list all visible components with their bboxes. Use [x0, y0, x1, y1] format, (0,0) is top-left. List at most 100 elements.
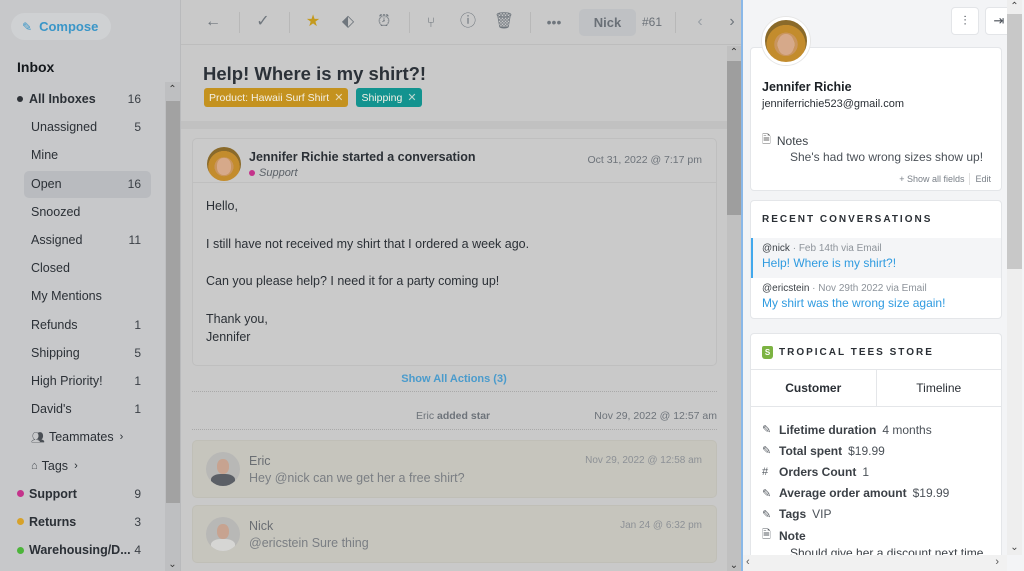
star-icon[interactable]: ★ — [302, 11, 324, 33]
scroll-up-icon[interactable]: ⌃ — [165, 84, 180, 95]
scrollbar-thumb[interactable] — [1007, 14, 1022, 269]
sidebar-item-all-inboxes[interactable]: All Inboxes 16 — [0, 85, 165, 113]
conversation-title: Help! Where is my shirt?! — [203, 63, 427, 84]
sidebar-item-my-mentions[interactable]: My Mentions — [0, 282, 165, 310]
field-orders-count: # Orders Count 1 — [762, 464, 870, 479]
back-arrow-icon[interactable]: ← — [202, 11, 224, 33]
message-timestamp: Oct 31, 2022 @ 7:17 pm — [587, 154, 702, 166]
conversation-panel: ← ✓ ★ ⬖ ⏰︎ ⑂ ⓘ 🗑︎ ••• Nick #61 ‹ › Help!… — [181, 0, 741, 571]
sidebar-item-mine[interactable]: Mine — [0, 141, 165, 169]
sliders-icon: ⫶ — [963, 13, 967, 28]
sign-in-icon: ⇥ — [993, 13, 1005, 28]
sidebar-item-open[interactable]: Open 16 — [0, 170, 165, 198]
message-header: Jennifer Richie started a conversation S… — [193, 139, 716, 183]
show-all-actions-link[interactable]: Show All Actions (3) — [181, 373, 727, 385]
more-icon[interactable]: ••• — [543, 11, 565, 33]
sidebar-item-davids[interactable]: David's 1 — [0, 395, 165, 423]
sidebar-item-shipping[interactable]: Shipping 5 — [0, 339, 165, 367]
tag-chip[interactable]: Product: Hawaii Surf Shirt ✕ — [204, 88, 349, 107]
recent-conversation-item[interactable]: @nick · Feb 14th via Email Help! Where i… — [751, 238, 1001, 278]
compose-label: Compose — [39, 19, 99, 34]
horizontal-scrollbar[interactable]: ‹ › — [743, 555, 1007, 571]
scroll-down-icon[interactable]: ⌄ — [165, 559, 180, 570]
bullet-icon — [17, 96, 23, 103]
note-timestamp: Nov 29, 2022 @ 12:58 am — [585, 455, 702, 466]
customer-avatar — [762, 17, 810, 65]
customer-note[interactable]: She's had two wrong sizes show up! — [790, 150, 983, 164]
scrollbar-thumb[interactable] — [166, 101, 180, 503]
sidebar-item-high-priority[interactable]: High Priority! 1 — [0, 367, 165, 395]
inbox-heading: Inbox — [17, 59, 55, 75]
scrollbar-thumb[interactable] — [727, 61, 741, 215]
inbox-color-dot — [249, 170, 255, 176]
remove-tag-icon[interactable]: ✕ — [407, 91, 416, 104]
tag-chip[interactable]: Shipping ✕ — [356, 88, 422, 107]
toolbar-divider — [239, 12, 240, 33]
note-timestamp: Jan 24 @ 6:32 pm — [620, 520, 702, 531]
sidebar-item-assigned[interactable]: Assigned 11 — [0, 226, 165, 254]
toolbar-divider — [675, 12, 676, 33]
remove-tag-icon[interactable]: ✕ — [334, 91, 343, 104]
sidebar-item-closed[interactable]: Closed — [0, 254, 165, 282]
internal-note: Eric Hey @nick can we get her a free shi… — [192, 440, 717, 498]
tag-icon: ⌂ — [31, 459, 38, 472]
sidebar-item-refunds[interactable]: Refunds 1 — [0, 311, 165, 339]
avatar — [207, 147, 241, 181]
message-author: Jennifer Richie started a conversation — [249, 150, 476, 164]
sidebar-item-returns[interactable]: Returns 3 — [0, 508, 165, 536]
tag-icon[interactable]: ⬖ — [337, 11, 359, 33]
check-icon[interactable]: ✓ — [252, 11, 274, 33]
dotted-divider — [192, 429, 717, 430]
chevron-left-icon[interactable]: ‹ — [689, 11, 711, 33]
sidebar-item-warehousing[interactable]: Warehousing/D... 4 — [0, 536, 165, 564]
field-average-order: ✎ Average order amount $19.99 — [762, 486, 950, 501]
compose-button[interactable]: ✎ Compose — [11, 13, 111, 40]
note-text: @ericstein Sure thing — [249, 536, 369, 550]
store-tabs: Customer Timeline — [751, 369, 1001, 407]
avatar — [206, 517, 240, 551]
pencil-icon: ✎ — [762, 508, 772, 521]
recent-conversations-card: RECENT CONVERSATIONS @nick · Feb 14th vi… — [750, 200, 1002, 319]
tab-customer[interactable]: Customer — [751, 370, 877, 406]
sidebar-scrollbar[interactable]: ⌃ ⌄ — [165, 82, 180, 571]
field-total-spent: ✎ Total spent $19.99 — [762, 443, 885, 458]
chevron-right-icon[interactable]: › — [721, 11, 743, 33]
recent-conversation-item[interactable]: @ericstein · Nov 29th 2022 via Email My … — [751, 278, 1001, 318]
sidebar-item-teammates[interactable]: 👥︎ Teammates › — [0, 423, 165, 451]
edit-link[interactable]: Edit — [975, 174, 991, 185]
sidebar-item-unassigned[interactable]: Unassigned 5 — [0, 113, 165, 141]
note-author: Eric — [249, 454, 271, 468]
store-title: S TROPICAL TEES STORE — [762, 346, 934, 359]
scroll-down-icon[interactable]: ⌄ — [1007, 542, 1022, 553]
store-fields: ✎ Lifetime duration 4 months ✎ Total spe… — [762, 419, 949, 546]
inbox-color-dot — [17, 490, 24, 498]
sidebar-item-snoozed[interactable]: Snoozed — [0, 198, 165, 226]
thread-scrollbar[interactable]: ⌃ ⌄ — [727, 46, 741, 571]
sidebar-item-support[interactable]: Support 9 — [0, 480, 165, 508]
pencil-icon: ✎ — [762, 445, 772, 458]
scroll-down-icon[interactable]: ⌄ — [727, 560, 741, 571]
scroll-up-icon[interactable]: ⌃ — [1007, 1, 1022, 12]
sidebar-item-tags[interactable]: ⌂ Tags › — [0, 451, 165, 479]
alert-circle-icon[interactable]: ⓘ — [457, 11, 479, 33]
settings-sliders-button[interactable]: ⫶ — [951, 7, 979, 35]
branch-icon[interactable]: ⑂ — [420, 11, 442, 33]
trash-icon[interactable]: 🗑︎ — [493, 11, 515, 33]
contact-card: Jennifer Richie jenniferrichie523@gmail.… — [750, 47, 1002, 191]
inbox-nav: All Inboxes 16 Unassigned 5 Mine Open 16… — [0, 85, 165, 564]
scroll-right-icon[interactable]: › — [995, 556, 999, 568]
show-all-fields-link[interactable]: + Show all fields — [899, 174, 964, 185]
alarm-clock-icon[interactable]: ⏰︎ — [373, 11, 395, 33]
right-panel-scrollbar[interactable]: ⌃ ⌄ — [1007, 0, 1022, 555]
toolbar-divider — [289, 12, 290, 33]
conversation-header: Help! Where is my shirt?! Product: Hawai… — [181, 46, 727, 121]
tab-timeline[interactable]: Timeline — [877, 370, 1002, 406]
inbox-color-dot — [17, 518, 24, 526]
field-note: 🗎 Note — [762, 525, 949, 546]
message-thread: Jennifer Richie started a conversation S… — [181, 121, 727, 571]
assignee-button[interactable]: Nick — [579, 9, 636, 36]
scroll-left-icon[interactable]: ‹ — [746, 556, 750, 568]
customer-email[interactable]: jenniferrichie523@gmail.com — [762, 98, 904, 110]
scroll-up-icon[interactable]: ⌃ — [727, 47, 741, 58]
hash-icon: # — [762, 465, 769, 478]
